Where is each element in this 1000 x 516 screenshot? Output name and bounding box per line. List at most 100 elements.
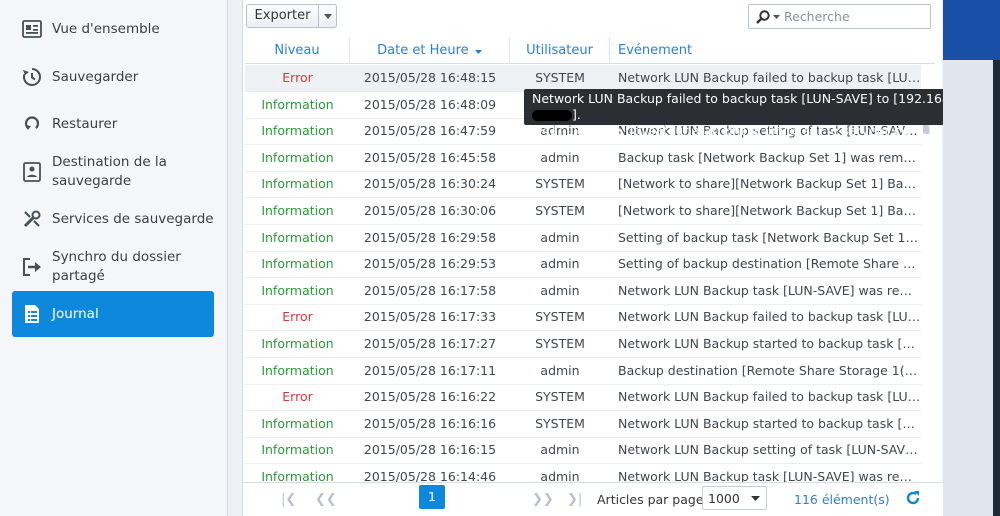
cell-event: Network LUN Backup task [LUN-SAVE] was r… bbox=[618, 469, 921, 482]
table-row[interactable]: Information 2015/05/28 16:17:58 admin Netwo… bbox=[245, 278, 921, 305]
cell-level: Information bbox=[261, 149, 334, 165]
cell-event: Network LUN Backup started to backup tas… bbox=[618, 336, 921, 351]
search-options-icon[interactable] bbox=[773, 14, 780, 19]
cell-event: Network LUN Backup task [LUN-SAVE] was r… bbox=[618, 282, 921, 298]
cell-event: [Network to share][Network Backup Set 1]… bbox=[618, 203, 921, 218]
table-row[interactable]: Information 2015/05/28 16:29:58 admin Setti… bbox=[245, 225, 921, 252]
cell-user: admin bbox=[540, 362, 580, 378]
scrollbar[interactable] bbox=[923, 102, 931, 482]
restore-icon bbox=[20, 112, 44, 136]
toolbar: Exporter bbox=[243, 0, 943, 36]
cell-event: Setting of backup destination [Remote Sh… bbox=[618, 256, 921, 272]
cell-date: 2015/05/28 16:17:27 bbox=[363, 336, 497, 351]
sidebar-item-backup[interactable]: Sauvegarder bbox=[12, 65, 214, 89]
redacted-mask bbox=[532, 110, 572, 121]
export-label[interactable]: Exporter bbox=[247, 5, 319, 27]
cell-level: Information bbox=[261, 282, 334, 298]
desktop-background bbox=[943, 0, 1000, 516]
export-button[interactable]: Exporter bbox=[246, 4, 337, 28]
sidebar-item-label: Vue d'ensemble bbox=[52, 20, 160, 37]
per-page-value: 1000 bbox=[708, 490, 740, 506]
cell-user: admin bbox=[540, 229, 580, 245]
sidebar-item-label: Sauvegarder bbox=[52, 68, 139, 85]
cell-user: admin bbox=[540, 282, 580, 298]
sidebar-item-label: Synchro du dossier partagé bbox=[52, 249, 181, 284]
table-row[interactable]: Information 2015/05/28 16:30:06 SYSTEM [Net… bbox=[245, 198, 921, 225]
sidebar-item-overview[interactable]: Vue d'ensemble bbox=[12, 17, 214, 41]
cell-date: 2015/05/28 16:16:22 bbox=[363, 389, 497, 405]
cell-user: SYSTEM bbox=[535, 203, 585, 218]
table-row[interactable]: Information 2015/05/28 16:16:15 admin Netwo… bbox=[245, 437, 921, 465]
table-row[interactable]: Information 2015/05/28 16:30:24 SYSTEM [Net… bbox=[245, 171, 921, 199]
cell-user: SYSTEM bbox=[535, 415, 585, 431]
cell-event: [Network to share][Network Backup Set 1]… bbox=[618, 176, 921, 192]
sidebar-item-destination[interactable]: Destination de la sauvegarde bbox=[12, 152, 214, 192]
cell-user: SYSTEM bbox=[535, 336, 585, 351]
cell-level: Information bbox=[261, 336, 334, 351]
sidebar-item-services[interactable]: Services de sauvegarde bbox=[12, 207, 214, 231]
cell-level: Information bbox=[261, 96, 334, 112]
chevron-down-icon bbox=[751, 495, 760, 501]
sidebar: Vue d'ensemble Sauvegarder Restaurer Des… bbox=[0, 0, 228, 516]
current-page[interactable]: 1 bbox=[419, 485, 445, 509]
column-header-date-label: Date et Heure bbox=[377, 43, 469, 58]
cell-user: admin bbox=[540, 469, 580, 482]
search-input[interactable] bbox=[784, 9, 924, 24]
cell-level: Information bbox=[261, 469, 334, 482]
table-row[interactable]: Information 2015/05/28 16:14:46 admin Netwo… bbox=[245, 464, 921, 482]
search-icon[interactable] bbox=[756, 9, 770, 24]
cell-date: 2015/05/28 16:30:24 bbox=[363, 176, 497, 192]
table-row[interactable]: Error 2015/05/28 16:16:22 SYSTEM Network LU… bbox=[245, 384, 921, 412]
sidebar-item-restore[interactable]: Restaurer bbox=[12, 112, 214, 136]
search-box[interactable] bbox=[748, 4, 931, 29]
cell-user: admin bbox=[540, 149, 580, 165]
sidebar-item-label: Destination de la sauvegarde bbox=[52, 154, 167, 189]
table-row[interactable]: Error 2015/05/28 16:17:33 SYSTEM Network LU… bbox=[245, 304, 921, 332]
per-page-select[interactable]: 1000 bbox=[702, 486, 767, 510]
chevron-down-icon[interactable] bbox=[319, 5, 336, 27]
cell-event: Network LUN Backup started to backup tas… bbox=[618, 415, 921, 431]
tooltip-line-1-end: ]. bbox=[572, 107, 581, 122]
sidebar-item-journal[interactable]: Journal bbox=[12, 291, 214, 337]
cell-event: Network LUN Backup failed to backup task… bbox=[618, 309, 921, 325]
column-header-level[interactable]: Niveau bbox=[245, 38, 350, 63]
column-header-event[interactable]: Evénement bbox=[610, 38, 921, 63]
cell-event: Backup destination [Remote Share Storage… bbox=[618, 362, 921, 378]
last-page-button[interactable]: ❯| bbox=[567, 489, 582, 511]
cell-user: SYSTEM bbox=[535, 70, 585, 85]
desktop-background-top bbox=[943, 0, 1000, 60]
cell-date: 2015/05/28 16:29:58 bbox=[363, 229, 497, 245]
prev-page-button[interactable]: ❮❮ bbox=[315, 489, 337, 511]
table-row[interactable]: Error 2015/05/28 16:48:15 SYSTEM Network LU… bbox=[245, 65, 921, 92]
table-row[interactable]: Information 2015/05/28 16:16:16 SYSTEM Netw… bbox=[245, 411, 921, 438]
cell-date: 2015/05/28 16:14:46 bbox=[363, 469, 497, 482]
next-page-button[interactable]: ❯❯ bbox=[532, 489, 554, 511]
pager: |❮ ❮❮ 1 ❯❯ ❯| Articles par page 1000 116… bbox=[243, 482, 943, 516]
table-row[interactable]: Information 2015/05/28 16:17:11 admin Backu… bbox=[245, 358, 921, 385]
log-panel: Exporter Niveau Date et Heure Util bbox=[242, 0, 943, 516]
table-row[interactable]: Information 2015/05/28 16:45:58 admin Backu… bbox=[245, 145, 921, 172]
cell-date: 2015/05/28 16:29:53 bbox=[363, 256, 497, 272]
table-row[interactable]: Information 2015/05/28 16:17:27 SYSTEM Netw… bbox=[245, 331, 921, 358]
cell-level: Information bbox=[261, 362, 334, 378]
first-page-button[interactable]: |❮ bbox=[281, 489, 296, 511]
destination-icon bbox=[20, 160, 44, 184]
per-page-label: Articles par page bbox=[597, 492, 704, 507]
cell-user: SYSTEM bbox=[535, 309, 585, 325]
refresh-icon[interactable] bbox=[905, 490, 923, 508]
column-header-user[interactable]: Utilisateur bbox=[510, 38, 610, 63]
sidebar-item-sync[interactable]: Synchro du dossier partagé bbox=[12, 247, 214, 287]
overview-icon bbox=[20, 17, 44, 41]
cell-event: Network LUN Backup failed to backup task… bbox=[618, 389, 921, 405]
table-row[interactable]: Information 2015/05/28 16:29:53 admin Setti… bbox=[245, 251, 921, 279]
cell-date: 2015/05/28 16:16:16 bbox=[363, 415, 497, 431]
cell-level: Error bbox=[282, 309, 313, 325]
cell-event: Backup task [Network Backup Set 1] was r… bbox=[618, 149, 921, 165]
cell-user: admin bbox=[540, 256, 580, 272]
cell-level: Information bbox=[261, 442, 334, 458]
cell-level: Information bbox=[261, 229, 334, 245]
cell-level: Error bbox=[282, 70, 313, 85]
column-header-date[interactable]: Date et Heure bbox=[350, 38, 510, 63]
cell-event: Network LUN Backup setting of task [LUN-… bbox=[618, 442, 921, 458]
tools-icon bbox=[20, 207, 44, 231]
